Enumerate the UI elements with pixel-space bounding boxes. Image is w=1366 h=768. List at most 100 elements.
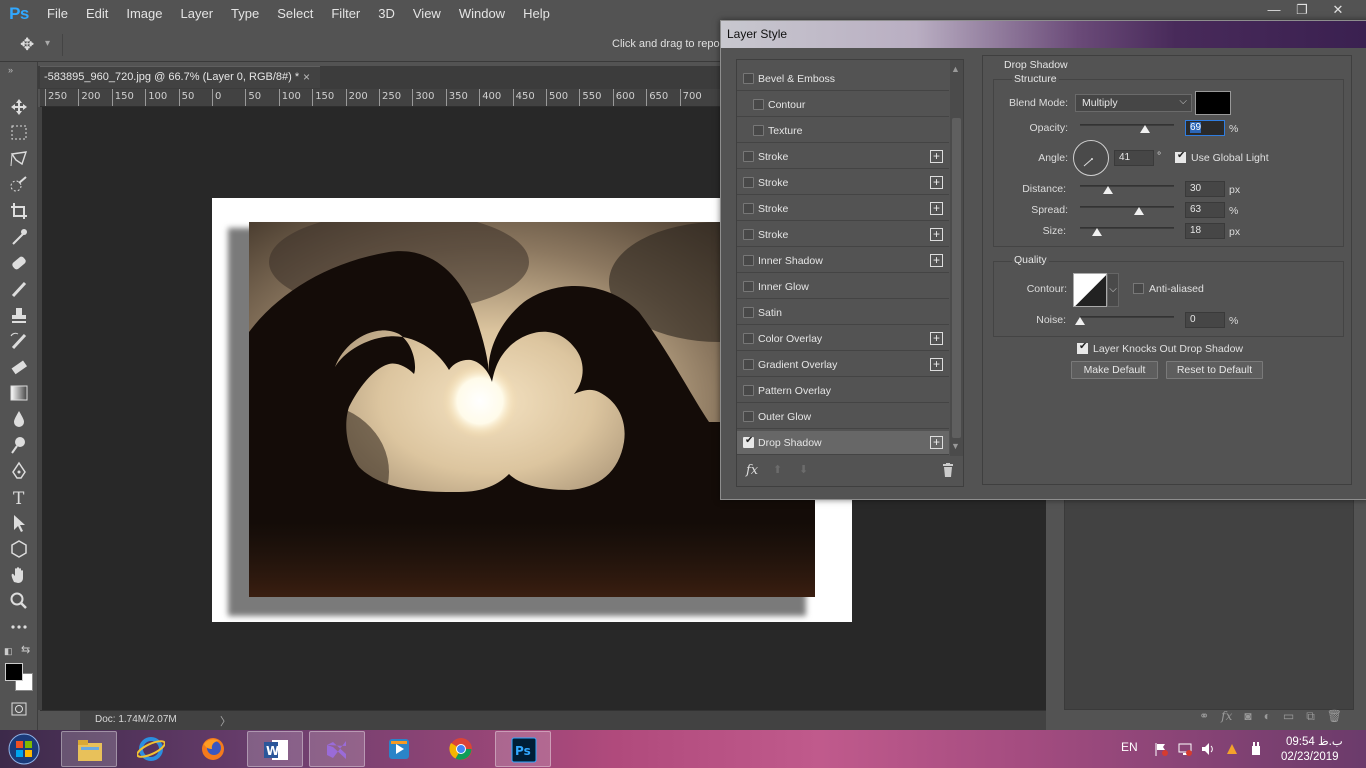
power-icon[interactable] xyxy=(1248,741,1264,757)
menu-help[interactable]: Help xyxy=(514,0,559,28)
make-default-button[interactable]: Make Default xyxy=(1071,361,1158,379)
fx-menu-icon[interactable]: fx xyxy=(746,463,758,478)
style-item[interactable]: Texture xyxy=(737,119,949,143)
noise-input[interactable]: 0 xyxy=(1185,312,1225,328)
menu-3d[interactable]: 3D xyxy=(369,0,404,28)
marquee-icon[interactable] xyxy=(6,122,32,144)
word-taskbar-button[interactable]: W xyxy=(247,731,303,767)
gradient-icon[interactable] xyxy=(6,382,32,404)
menu-view[interactable]: View xyxy=(404,0,450,28)
style-checkbox[interactable] xyxy=(743,73,754,84)
history-brush-icon[interactable] xyxy=(6,330,32,352)
move-tool-icon[interactable]: ✥ xyxy=(20,35,34,55)
lasso-icon[interactable] xyxy=(6,148,32,170)
style-item[interactable]: Color Overlay xyxy=(737,327,949,351)
scroll-up-icon[interactable]: ▲ xyxy=(951,64,960,74)
style-item[interactable]: Stroke xyxy=(737,197,949,221)
menu-file[interactable]: File xyxy=(38,0,77,28)
type-icon[interactable]: T xyxy=(6,486,32,509)
healing-brush-icon[interactable] xyxy=(6,252,32,274)
size-input[interactable]: 18 xyxy=(1185,223,1225,239)
clock-time[interactable]: 09:54 ب.ظ xyxy=(1286,734,1343,748)
quick-select-icon[interactable] xyxy=(6,174,32,196)
use-global-light-checkbox[interactable] xyxy=(1175,150,1186,163)
style-item[interactable]: Inner Shadow xyxy=(737,249,949,273)
style-item[interactable]: Inner Glow xyxy=(737,275,949,299)
noise-slider[interactable] xyxy=(1080,316,1174,318)
style-item[interactable]: Gradient Overlay xyxy=(737,353,949,377)
add-effect-icon[interactable]: + xyxy=(930,358,943,371)
angle-dial[interactable] xyxy=(1073,140,1109,176)
zoom-field[interactable] xyxy=(40,711,80,731)
photoshop-taskbar-button[interactable]: Ps xyxy=(495,731,551,767)
size-slider-thumb[interactable] xyxy=(1091,228,1102,236)
style-checkbox[interactable] xyxy=(743,307,754,318)
menu-edit[interactable]: Edit xyxy=(77,0,117,28)
shadow-color-swatch[interactable] xyxy=(1195,91,1231,115)
start-button[interactable] xyxy=(4,732,44,766)
style-item[interactable]: Contour xyxy=(737,93,949,117)
visual-studio-taskbar-button[interactable] xyxy=(309,731,365,767)
distance-slider[interactable] xyxy=(1080,185,1174,187)
foreground-color-swatch[interactable] xyxy=(5,663,23,681)
distance-input[interactable]: 30 xyxy=(1185,181,1225,197)
contour-dropdown-icon[interactable]: ⌵ xyxy=(1107,273,1119,307)
eraser-icon[interactable] xyxy=(6,356,32,378)
zoom-icon[interactable] xyxy=(6,590,32,612)
language-indicator[interactable]: EN xyxy=(1121,740,1138,754)
clock-date[interactable]: 02/23/2019 xyxy=(1281,751,1339,763)
new-layer-icon[interactable]: ⧉ xyxy=(1306,709,1315,724)
document-tab[interactable]: -583895_960_720.jpg @ 66.7% (Layer 0, RG… xyxy=(40,66,320,88)
move-icon[interactable] xyxy=(6,96,32,118)
anti-aliased-checkbox[interactable] xyxy=(1133,283,1144,294)
link-icon[interactable]: ⚭ xyxy=(1199,709,1209,723)
distance-slider-thumb[interactable] xyxy=(1103,186,1114,194)
delete-effect-icon[interactable] xyxy=(942,463,954,477)
swap-colors-icon[interactable]: ⇆ xyxy=(21,643,30,656)
fx-icon[interactable]: fx xyxy=(1221,709,1232,723)
style-checkbox[interactable] xyxy=(753,125,764,136)
more-tools-icon[interactable] xyxy=(6,616,32,638)
quick-mask-icon[interactable] xyxy=(6,698,32,720)
close-button[interactable]: ✕ xyxy=(1322,0,1354,22)
menu-filter[interactable]: Filter xyxy=(322,0,369,28)
restore-button[interactable]: ❐ xyxy=(1286,0,1318,22)
add-effect-icon[interactable]: + xyxy=(930,202,943,215)
action-center-flag-icon[interactable] xyxy=(1153,741,1169,757)
eyedropper-icon[interactable] xyxy=(6,226,32,248)
crop-icon[interactable] xyxy=(6,200,32,222)
style-checkbox[interactable] xyxy=(743,151,754,162)
hand-icon[interactable] xyxy=(6,564,32,586)
reset-to-default-button[interactable]: Reset to Default xyxy=(1166,361,1263,379)
shape-icon[interactable] xyxy=(6,538,32,560)
dialog-title-bar[interactable]: Layer Style xyxy=(721,21,1366,48)
media-player-taskbar-button[interactable] xyxy=(371,731,427,767)
trash-icon[interactable]: 🗑 xyxy=(1327,709,1342,723)
opacity-slider[interactable] xyxy=(1080,124,1174,126)
blur-icon[interactable] xyxy=(6,408,32,430)
style-item[interactable]: Stroke xyxy=(737,145,949,169)
scroll-down-icon[interactable]: ▼ xyxy=(951,441,960,451)
add-effect-icon[interactable]: + xyxy=(930,150,943,163)
default-colors-icon[interactable]: ◧ xyxy=(4,646,13,657)
add-effect-icon[interactable]: + xyxy=(930,176,943,189)
opacity-slider-thumb[interactable] xyxy=(1139,125,1150,133)
style-checkbox[interactable] xyxy=(743,333,754,344)
style-item[interactable]: Bevel & Emboss xyxy=(737,67,949,91)
style-checkbox[interactable] xyxy=(743,229,754,240)
clone-stamp-icon[interactable] xyxy=(6,304,32,326)
angle-input[interactable]: 41 xyxy=(1114,150,1154,166)
opacity-input[interactable]: 69 xyxy=(1185,120,1225,136)
pen-icon[interactable] xyxy=(6,460,32,482)
brush-icon[interactable] xyxy=(6,278,32,300)
menu-window[interactable]: Window xyxy=(450,0,514,28)
internet-explorer-taskbar-button[interactable] xyxy=(123,731,179,767)
style-item[interactable]: Pattern Overlay xyxy=(737,379,949,403)
chevron-down-icon[interactable]: ▾ xyxy=(45,38,50,49)
app-tray-icon[interactable] xyxy=(1224,741,1240,757)
contour-preview[interactable] xyxy=(1073,273,1107,307)
adjustment-icon[interactable]: ◐ xyxy=(1264,709,1271,723)
chrome-taskbar-button[interactable] xyxy=(433,731,489,767)
style-item[interactable]: Satin xyxy=(737,301,949,325)
style-item[interactable]: Stroke xyxy=(737,171,949,195)
